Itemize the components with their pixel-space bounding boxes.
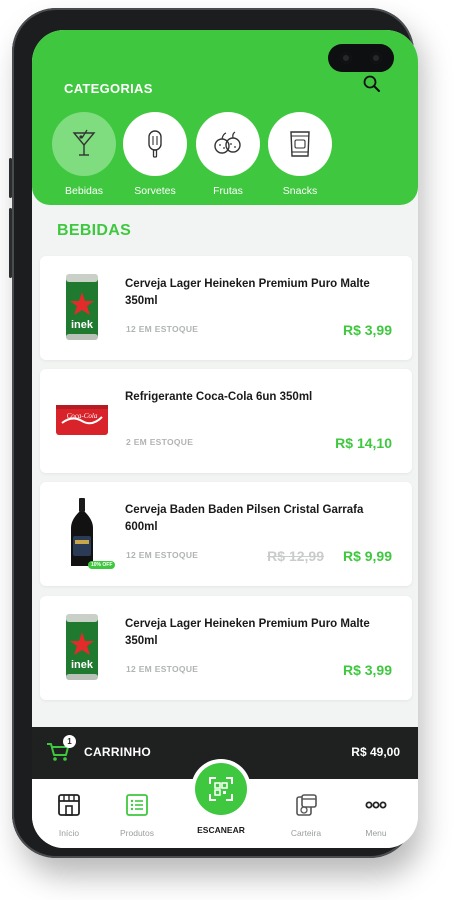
product-name: Cerveja Baden Baden Pilsen Cristal Garra… — [125, 504, 364, 533]
product-stock: 2 EM ESTOQUE — [126, 437, 194, 447]
categories-title: CATEGORIAS — [64, 81, 153, 96]
category-bebidas[interactable]: Bebidas — [51, 112, 117, 197]
product-price: R$ 9,99 — [342, 548, 392, 564]
svg-text:inek: inek — [71, 659, 94, 671]
nav-item-carteira[interactable]: Carteira — [271, 779, 341, 838]
wallet-icon — [296, 794, 317, 816]
scan-label[interactable]: ESCANEAR — [186, 825, 256, 835]
search-icon[interactable] — [362, 74, 382, 94]
cart-count-badge: 1 — [63, 735, 76, 748]
cart-label: CARRINHO — [84, 745, 152, 759]
section-title: BEBIDAS — [57, 222, 132, 239]
product-old-price: R$ 12,99 — [267, 548, 324, 564]
snack-bag-icon — [290, 131, 310, 157]
product-stock: 12 EM ESTOQUE — [126, 664, 199, 674]
nav-item-produtos[interactable]: Produtos — [102, 779, 172, 838]
app-screen: CATEGORIAS Bebidas Sorvetes Frutas Snack… — [32, 30, 418, 848]
category-label: Sorvetes — [134, 185, 176, 197]
discount-badge: 10% OFF — [88, 561, 116, 569]
coca-cola-pack-image: Coca-Cola — [56, 405, 108, 435]
category-label: Frutas — [213, 185, 243, 197]
svg-text:inek: inek — [71, 319, 94, 331]
cocktail-icon — [72, 129, 96, 156]
category-label: Snacks — [282, 185, 318, 197]
product-name: Cerveja Lager Heineken Premium Puro Malt… — [125, 618, 370, 647]
nav-label: Produtos — [119, 828, 155, 838]
popsicle-icon — [148, 130, 162, 158]
product-card[interactable]: inek Cerveja Lager Heineken Premium Puro… — [40, 596, 412, 700]
product-name: Cerveja Lager Heineken Premium Puro Malt… — [125, 278, 370, 307]
category-sorvetes[interactable]: Sorvetes — [122, 112, 188, 197]
product-price: R$ 3,99 — [342, 322, 392, 338]
heineken-can-image: inek — [66, 614, 98, 680]
product-card[interactable]: Coca-Cola Refrigerante Coca-Cola 6un 350… — [40, 369, 412, 473]
baden-bottle-image — [71, 498, 93, 566]
store-icon — [58, 794, 80, 816]
product-name: Refrigerante Coca-Cola 6un 350ml — [125, 391, 313, 403]
nav-label: Início — [58, 828, 80, 838]
phone-side-button — [9, 158, 12, 198]
more-dots-icon — [365, 801, 387, 809]
qr-scan-icon — [209, 777, 233, 801]
fruits-icon — [214, 131, 241, 154]
category-frutas[interactable]: Frutas — [195, 112, 261, 197]
categories-header: CATEGORIAS Bebidas Sorvetes Frutas Snack… — [32, 30, 418, 205]
list-icon — [126, 794, 148, 816]
category-label: Bebidas — [65, 185, 103, 197]
nav-label: Menu — [365, 828, 387, 838]
nav-item-menu[interactable]: Menu — [341, 779, 411, 838]
phone-side-button — [9, 208, 12, 278]
svg-text:Coca-Cola: Coca-Cola — [67, 412, 98, 420]
front-camera — [328, 44, 394, 72]
cart-total: R$ 49,00 — [351, 745, 400, 759]
phone-frame: CATEGORIAS Bebidas Sorvetes Frutas Snack… — [9, 8, 418, 858]
product-card[interactable]: inek Cerveja Lager Heineken Premium Puro… — [40, 256, 412, 360]
scan-button[interactable] — [195, 763, 247, 815]
heineken-can-image: inek — [66, 274, 98, 340]
nav-label: Carteira — [290, 828, 322, 838]
product-stock: 12 EM ESTOQUE — [126, 550, 199, 560]
nav-item-inicio[interactable]: Início — [34, 779, 104, 838]
product-card[interactable]: 10% OFF Cerveja Baden Baden Pilsen Crist… — [40, 482, 412, 586]
product-stock: 12 EM ESTOQUE — [126, 324, 199, 334]
product-price: R$ 14,10 — [335, 435, 392, 451]
category-snacks[interactable]: Snacks — [267, 112, 333, 197]
product-price: R$ 3,99 — [342, 662, 392, 678]
